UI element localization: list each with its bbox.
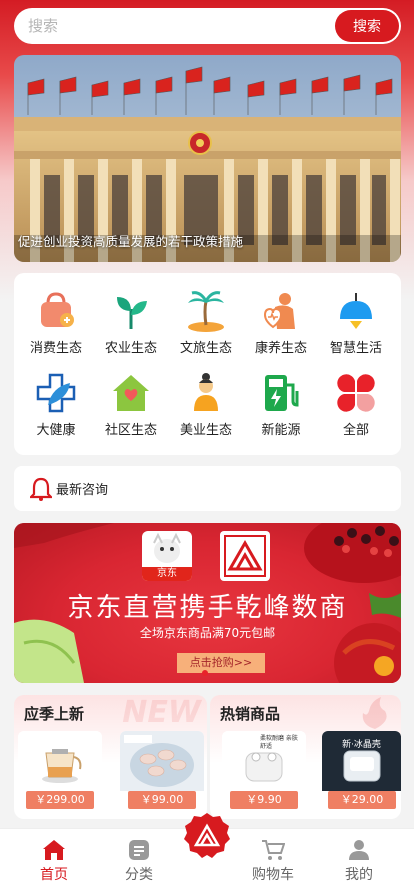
- category-grid: 消费生态 农业生态 文旅生态 康养生态 智慧生活 大健康 社区生态 美业生态 新…: [14, 273, 401, 455]
- home-icon: [43, 840, 65, 860]
- category-label: 智慧生活: [329, 341, 382, 356]
- category-icon: [129, 840, 149, 860]
- kettle-image: [18, 731, 102, 791]
- hot-section: 热销商品 柔软耐磨 亲肤舒适 ￥9.90 新·冰晶壳 ￥29.00: [210, 695, 401, 819]
- category-item-consumer[interactable]: 消费生态: [17, 289, 95, 356]
- section-title: 应季上新: [24, 705, 85, 723]
- banner-caption: 促进创业投资高质量发展的若干政策措施: [18, 234, 244, 249]
- jd-logo-text: 京东: [142, 567, 192, 581]
- search-bar: 搜索: [14, 8, 401, 44]
- tab-label: 购物车: [252, 867, 294, 883]
- seasonal-section: NEW 应季上新 ￥299.00 ￥99.00: [14, 695, 207, 819]
- carousel-indicator: [202, 670, 208, 676]
- category-item-all[interactable]: 全部: [317, 371, 395, 438]
- qianfeng-logo: [220, 531, 270, 581]
- category-label: 文旅生态: [179, 341, 232, 356]
- palm-island-icon: [188, 291, 224, 332]
- category-label: 全部: [342, 423, 369, 438]
- category-label: 消费生态: [29, 341, 82, 356]
- center-brand-button[interactable]: [183, 812, 231, 860]
- caregiver-icon: [263, 293, 295, 329]
- tab-label: 首页: [40, 867, 68, 883]
- product-card[interactable]: 柔软耐磨 亲肤舒适 ￥9.90: [222, 731, 306, 813]
- category-item-community[interactable]: 社区生态: [92, 371, 170, 438]
- category-item-travel[interactable]: 文旅生态: [167, 289, 245, 356]
- product-price: ￥99.00: [128, 791, 196, 809]
- category-item-health[interactable]: 大健康: [17, 371, 95, 438]
- section-title: 热销商品: [220, 705, 281, 723]
- promo-subtitle: 全场京东商品满70元包邮: [139, 626, 276, 640]
- product-price: ￥299.00: [26, 791, 94, 809]
- medical-cross-icon: [36, 373, 76, 413]
- promo-buy-button[interactable]: 点击抢购>>: [177, 653, 265, 673]
- category-item-wellness[interactable]: 康养生态: [242, 289, 320, 356]
- product-price: ￥29.00: [328, 791, 396, 809]
- category-label: 大健康: [36, 423, 76, 438]
- category-item-smart-life[interactable]: 智慧生活: [317, 289, 395, 356]
- brand-badge-icon: [184, 813, 230, 858]
- product-tag: 柔软耐磨 亲肤舒适: [260, 735, 298, 750]
- four-petals-icon: [337, 374, 375, 412]
- promo-title: 京东直营携手乾峰数商: [67, 593, 348, 623]
- shrimp-image: [120, 731, 204, 791]
- product-card[interactable]: 新·冰晶壳 ￥29.00: [322, 731, 401, 813]
- sprout-icon: [117, 297, 147, 329]
- category-label: 新能源: [261, 423, 301, 438]
- tab-label: 分类: [125, 867, 153, 883]
- category-item-beauty[interactable]: 美业生态: [167, 371, 245, 438]
- charging-station-icon: [265, 375, 299, 411]
- news-label: 最新咨询: [56, 483, 109, 498]
- beauty-woman-icon: [194, 373, 218, 411]
- shopping-bag-icon: [41, 292, 74, 327]
- tab-cart[interactable]: 购物车: [243, 839, 303, 884]
- category-label: 美业生态: [179, 423, 232, 438]
- cart-icon: [262, 840, 285, 860]
- hero-banner[interactable]: 促进创业投资高质量发展的若干政策措施: [14, 55, 401, 262]
- tab-label: 我的: [345, 867, 373, 883]
- lamp-icon: [340, 293, 372, 329]
- tab-mine[interactable]: 我的: [329, 839, 389, 884]
- product-price: ￥9.90: [230, 791, 298, 809]
- search-input[interactable]: [14, 8, 335, 44]
- product-tag: 新·冰晶壳: [342, 740, 381, 750]
- product-card[interactable]: ￥99.00: [120, 731, 204, 813]
- category-item-new-energy[interactable]: 新能源: [242, 371, 320, 438]
- promo-banner[interactable]: 京东 京东直营携手乾峰数商 全场京东商品满70元包邮 点击抢购>>: [14, 523, 401, 683]
- news-bar[interactable]: 最新咨询: [14, 466, 401, 511]
- category-item-agriculture[interactable]: 农业生态: [92, 289, 170, 356]
- house-icon: [113, 375, 149, 411]
- bell-icon: [30, 477, 52, 501]
- tab-category[interactable]: 分类: [109, 839, 169, 884]
- product-card[interactable]: ￥299.00: [18, 731, 102, 813]
- user-icon: [349, 840, 369, 860]
- tab-home[interactable]: 首页: [24, 839, 84, 884]
- search-button[interactable]: 搜索: [335, 10, 399, 42]
- category-label: 社区生态: [104, 423, 157, 438]
- category-label: 康养生态: [254, 341, 307, 356]
- section-watermark: NEW: [122, 695, 201, 730]
- category-label: 农业生态: [104, 341, 157, 356]
- flame-watermark-icon: [362, 697, 387, 729]
- jd-logo: 京东: [142, 531, 192, 581]
